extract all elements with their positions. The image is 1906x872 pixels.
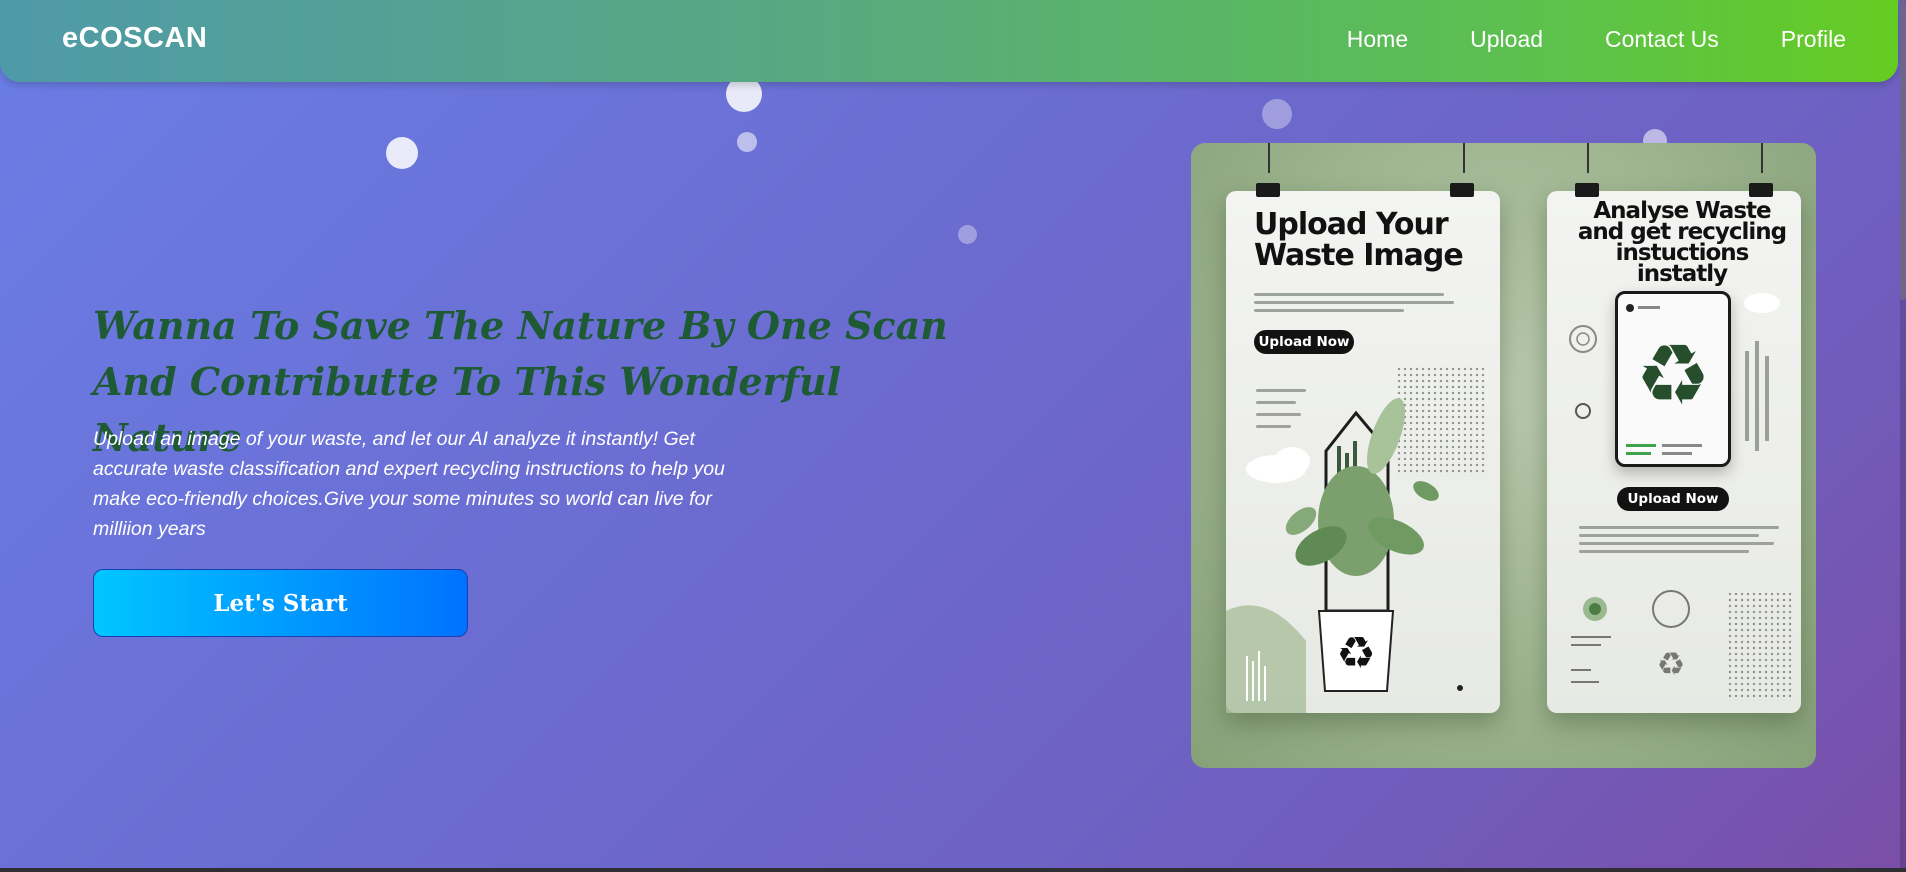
navbar: eCOSCAN Home Upload Contact Us Profile <box>0 0 1898 82</box>
hanger-wire <box>1587 143 1589 173</box>
decor-bubble <box>386 137 418 169</box>
window-bottom-edge <box>0 868 1906 872</box>
svg-text:♻: ♻ <box>1657 645 1686 683</box>
page: eCOSCAN Home Upload Contact Us Profile W… <box>0 0 1906 868</box>
nav-link-profile[interactable]: Profile <box>1781 26 1846 53</box>
nav-link-upload[interactable]: Upload <box>1470 26 1543 53</box>
decor-bubble <box>1262 99 1292 129</box>
hero-description: Upload an image of your waste, and let o… <box>93 428 725 540</box>
poster-card-upload: Upload Your Waste Image Upload Now ♻ <box>1226 183 1500 713</box>
hero-illustration: Upload Your Waste Image Upload Now ♻ Ana… <box>1191 143 1816 768</box>
brand-logo[interactable]: eCOSCAN <box>62 22 207 55</box>
hanger-wire <box>1268 143 1270 173</box>
nav-link-home[interactable]: Home <box>1347 26 1408 53</box>
lets-start-button[interactable]: Let's Start <box>93 569 468 637</box>
scrollbar-thumb[interactable] <box>1900 0 1906 300</box>
poster-decor-icons: ♻ <box>1569 293 1780 683</box>
scrollbar-track[interactable] <box>1900 0 1906 868</box>
plant-pot-graphic: ♻ <box>1226 398 1463 713</box>
nav-link-contact-us[interactable]: Contact Us <box>1605 26 1719 53</box>
hanger-wire <box>1761 143 1763 173</box>
nav-links: Home Upload Contact Us Profile <box>1347 26 1846 53</box>
decor-bubble <box>958 225 977 244</box>
decor-bubble <box>737 132 757 152</box>
svg-text:♻: ♻ <box>1336 628 1375 679</box>
poster-card-analyse: Analyse Waste and get recycling instucti… <box>1547 183 1801 713</box>
hanger-wire <box>1463 143 1465 173</box>
hero-title-line-1: Wanna To Save The Nature By One Scan <box>93 303 948 348</box>
